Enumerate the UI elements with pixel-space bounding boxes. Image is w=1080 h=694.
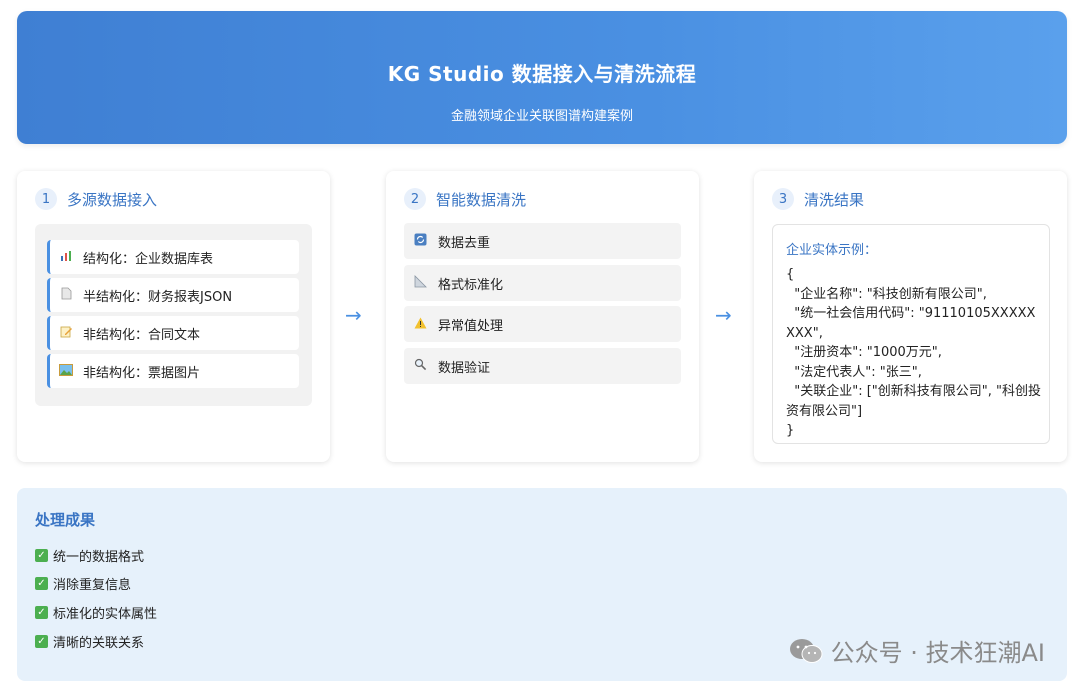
flow-arrow: → [345, 303, 362, 327]
clean-item-label: 格式标准化 [438, 274, 503, 293]
wechat-icon [789, 638, 823, 664]
refresh-icon [412, 233, 428, 249]
magnifier-icon [412, 358, 428, 374]
source-item-label: 非结构化：合同文本 [83, 324, 200, 343]
step-card-source: 1 多源数据接入 结构化：企业数据库表 半结构化：财务报表JSON 非结构化：合… [17, 171, 330, 462]
summary-item-label: 清晰的关联关系 [53, 632, 144, 651]
summary-item: ✓ 消除重复信息 [35, 574, 131, 593]
entity-example-json: { "企业名称": "科技创新有限公司", "统一社会信用代码": "91110… [786, 265, 1041, 441]
header-banner: KG Studio 数据接入与清洗流程 金融领域企业关联图谱构建案例 [17, 11, 1067, 144]
memo-icon [58, 325, 74, 341]
step-number: 2 [404, 188, 426, 210]
summary-title: 处理成果 [35, 509, 95, 530]
summary-item-label: 标准化的实体属性 [53, 603, 157, 622]
checkmark-icon: ✓ [35, 549, 48, 562]
summary-item: ✓ 标准化的实体属性 [35, 603, 157, 622]
source-list: 结构化：企业数据库表 半结构化：财务报表JSON 非结构化：合同文本 非结构化：… [35, 224, 312, 406]
page-title: KG Studio 数据接入与清洗流程 [17, 58, 1067, 87]
step-number: 1 [35, 188, 57, 210]
source-item-structured: 结构化：企业数据库表 [47, 240, 299, 274]
step-card-result: 3 清洗结果 企业实体示例： { "企业名称": "科技创新有限公司", "统一… [754, 171, 1067, 462]
step-title: 智能数据清洗 [436, 189, 526, 210]
entity-example-box: 企业实体示例： { "企业名称": "科技创新有限公司", "统一社会信用代码"… [772, 224, 1050, 444]
step-header: 1 多源数据接入 [35, 188, 157, 210]
clean-item-outlier: 异常值处理 [404, 306, 681, 342]
clean-item-format: 格式标准化 [404, 265, 681, 301]
checkmark-icon: ✓ [35, 606, 48, 619]
flow-arrow: → [715, 303, 732, 327]
summary-item: ✓ 清晰的关联关系 [35, 632, 144, 651]
source-item-label: 结构化：企业数据库表 [83, 248, 213, 267]
step-number: 3 [772, 188, 794, 210]
checkmark-icon: ✓ [35, 577, 48, 590]
entity-example-title: 企业实体示例： [786, 239, 877, 258]
clean-item-label: 数据去重 [438, 232, 490, 251]
step-title: 清洗结果 [804, 189, 864, 210]
bar-chart-icon [58, 250, 74, 265]
clean-item-validate: 数据验证 [404, 348, 681, 384]
source-item-label: 半结构化：财务报表JSON [83, 286, 232, 305]
picture-icon [58, 364, 74, 379]
step-header: 3 清洗结果 [772, 188, 864, 210]
source-item-semi-structured: 半结构化：财务报表JSON [47, 278, 299, 312]
ruler-icon [412, 275, 428, 291]
clean-item-label: 数据验证 [438, 357, 490, 376]
summary-item-label: 统一的数据格式 [53, 546, 144, 565]
clean-item-dedup: 数据去重 [404, 223, 681, 259]
source-item-unstructured-image: 非结构化：票据图片 [47, 354, 299, 388]
summary-item-label: 消除重复信息 [53, 574, 131, 593]
checkmark-icon: ✓ [35, 635, 48, 648]
warning-icon [412, 317, 428, 332]
step-card-cleaning: 2 智能数据清洗 数据去重 格式标准化 异常值处理 数据验证 [386, 171, 699, 462]
watermark: 公众号 · 技术狂潮AI [789, 633, 1045, 668]
watermark-text: 公众号 · 技术狂潮AI [831, 633, 1045, 668]
document-icon [58, 287, 74, 303]
clean-item-label: 异常值处理 [438, 315, 503, 334]
page-subtitle: 金融领域企业关联图谱构建案例 [17, 105, 1067, 124]
step-title: 多源数据接入 [67, 189, 157, 210]
source-item-unstructured-text: 非结构化：合同文本 [47, 316, 299, 350]
source-item-label: 非结构化：票据图片 [83, 362, 200, 381]
summary-item: ✓ 统一的数据格式 [35, 546, 144, 565]
step-header: 2 智能数据清洗 [404, 188, 526, 210]
